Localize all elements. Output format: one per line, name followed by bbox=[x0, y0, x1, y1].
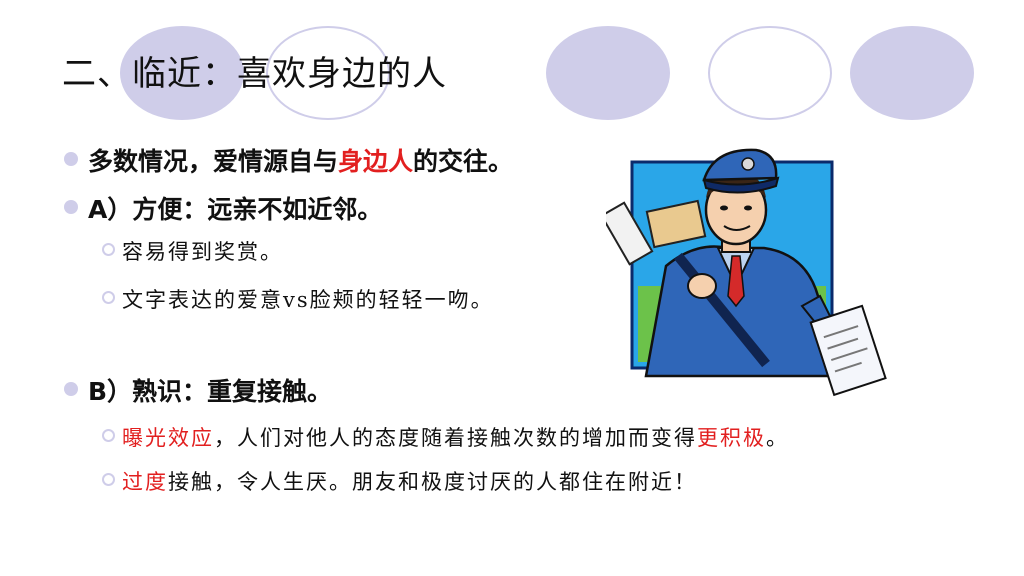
point-1-text-a: 多数情况，爱情源自与 bbox=[88, 147, 339, 176]
point-1-highlight: 身边人 bbox=[338, 147, 414, 176]
point-1: 多数情况，爱情源自与身边人的交往。 bbox=[88, 142, 513, 178]
bullet-dot-icon bbox=[64, 200, 78, 214]
point-3-sub-1-text: ，人们对他人的态度随着接触次数的增加而变得 bbox=[214, 426, 697, 450]
point-3-sub-2: 过度接触，令人生厌。朋友和极度讨厌的人都住在附近！ bbox=[122, 466, 697, 496]
point-2-sub-1: 容易得到奖赏。 bbox=[122, 240, 283, 264]
sub-bullet-ring-icon bbox=[102, 243, 115, 256]
point-3-sub-1-end: 。 bbox=[766, 426, 789, 450]
slide: 二、临近：喜欢身边的人 多数情况，爱情源自与身边人的交往。 A）方便：远亲不如近… bbox=[0, 0, 1024, 576]
sub-bullet-ring-icon bbox=[102, 473, 115, 486]
mailman-illustration bbox=[606, 148, 887, 397]
slide-title: 二、临近：喜欢身边的人 bbox=[62, 54, 447, 94]
overexposure-term: 过度 bbox=[122, 470, 168, 494]
bullet-dot-icon bbox=[64, 152, 78, 166]
point-2: A）方便：远亲不如近邻。 bbox=[88, 195, 383, 224]
point-1-text-c: 的交往。 bbox=[413, 147, 514, 176]
point-3-sub-2-text: 接触，令人生厌。朋友和极度讨厌的人都住在附近！ bbox=[168, 470, 697, 494]
more-positive-term: 更积极 bbox=[697, 426, 766, 450]
exposure-effect-term: 曝光效应 bbox=[122, 426, 214, 450]
bullet-dot-icon bbox=[64, 382, 78, 396]
point-2-sub-2: 文字表达的爱意vs脸颊的轻轻一吻。 bbox=[122, 288, 494, 312]
sub-bullet-ring-icon bbox=[102, 291, 115, 304]
decor-ellipse-3 bbox=[546, 26, 670, 120]
decor-ellipse-5 bbox=[850, 26, 974, 120]
point-3-sub-1: 曝光效应，人们对他人的态度随着接触次数的增加而变得更积极。 bbox=[122, 422, 789, 452]
decor-ellipse-4 bbox=[708, 26, 832, 120]
point-3: B）熟识：重复接触。 bbox=[88, 377, 333, 406]
sub-bullet-ring-icon bbox=[102, 429, 115, 442]
